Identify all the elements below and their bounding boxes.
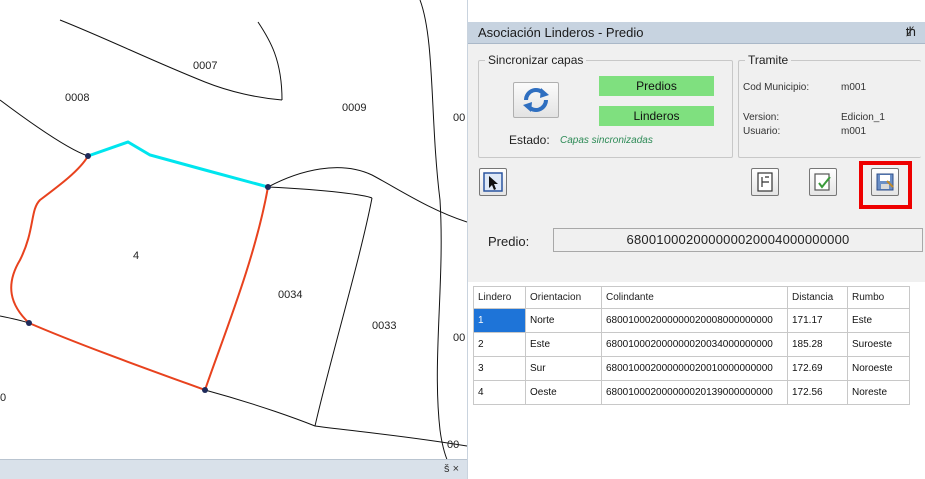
panel-title: Asociación Linderos - Predio [478, 25, 644, 40]
parcel-lines [0, 0, 467, 463]
cell-colindante[interactable]: 680010002000000020008000000000 [601, 308, 788, 333]
estado-label: Estado: [509, 133, 550, 147]
cell-lindero[interactable]: 2 [473, 332, 526, 357]
tramite-legend: Tramite [745, 53, 792, 67]
parcel-label: 0009 [342, 102, 367, 114]
cell-orientacion[interactable]: Oeste [525, 380, 602, 405]
predio-field[interactable]: 680010002000000020004000000000 [553, 228, 923, 252]
cell-rumbo[interactable]: Noroeste [847, 356, 910, 381]
cell-lindero[interactable]: 1 [473, 308, 526, 333]
validate-icon [814, 173, 831, 191]
validate-button[interactable] [809, 168, 837, 196]
table-row[interactable]: 4 Oeste 680010002000000020139000000000 1… [473, 380, 910, 405]
vertex-markers [26, 153, 271, 393]
cell-orientacion[interactable]: Norte [525, 308, 602, 333]
cod-municipio-label: Cod Municipio: [743, 82, 810, 93]
map-canvas[interactable] [0, 0, 467, 479]
usuario-value: m001 [841, 126, 867, 137]
refresh-icon [523, 88, 549, 112]
cell-rumbo[interactable]: Noreste [847, 380, 910, 405]
selected-lindero[interactable] [87, 140, 269, 189]
cell-rumbo[interactable]: Este [847, 308, 910, 333]
panel-top-strip [468, 0, 925, 22]
cod-municipio-value: m001 [841, 82, 867, 93]
parcel-label: 0033 [372, 320, 397, 332]
predios-layer-badge: Predios [599, 76, 714, 96]
linderos-layer-badge: Linderos [599, 106, 714, 126]
version-label: Version: [743, 112, 780, 123]
save-button[interactable] [871, 168, 899, 196]
usuario-label: Usuario: [743, 126, 781, 137]
column-header-rumbo[interactable]: Rumbo [847, 286, 910, 309]
cell-distancia[interactable]: 171.17 [787, 308, 848, 333]
cell-distancia[interactable]: 172.56 [787, 380, 848, 405]
cell-orientacion[interactable]: Sur [525, 356, 602, 381]
table-row[interactable]: 3 Sur 680010002000000020010000000000 172… [473, 356, 910, 381]
map-view[interactable]: 0007 0008 0009 00 4 0034 0033 00 0 00 š … [0, 0, 467, 479]
parcel-label: 0 [0, 392, 7, 404]
map-bottom-bar: š × [0, 459, 467, 479]
linderos-grid-area: Lindero Orientacion Colindante Distancia… [468, 282, 925, 479]
save-icon [876, 173, 894, 191]
cell-distancia[interactable]: 185.28 [787, 332, 848, 357]
panel-body: Sincronizar capas Predios Linderos Estad… [468, 44, 925, 282]
panel-title-bar: Asociación Linderos - Predio ᵺ [468, 22, 925, 44]
linderos-table: Lindero Orientacion Colindante Distancia… [473, 286, 910, 405]
column-header-lindero[interactable]: Lindero [473, 286, 526, 309]
parcel-label: 4 [133, 250, 140, 262]
cell-rumbo[interactable]: Suroeste [847, 332, 910, 357]
parcel-label: 0007 [193, 60, 218, 72]
version-value: Edicion_1 [841, 112, 885, 123]
tramite-group: Tramite Cod Municipio: m001 Version: Edi… [738, 53, 921, 158]
parcel-label: 00 [453, 112, 466, 124]
cell-lindero[interactable]: 4 [473, 380, 526, 405]
pin-icon[interactable]: ᵺ [906, 24, 916, 39]
select-feature-icon [483, 172, 503, 192]
refresh-button[interactable] [513, 82, 559, 118]
cell-distancia[interactable]: 172.69 [787, 356, 848, 381]
cell-colindante[interactable]: 680010002000000020010000000000 [601, 356, 788, 381]
sync-legend: Sincronizar capas [485, 53, 587, 67]
parcel-label: 0034 [278, 289, 303, 301]
column-header-colindante[interactable]: Colindante [601, 286, 788, 309]
cell-orientacion[interactable]: Este [525, 332, 602, 357]
predio-boundary[interactable] [10, 155, 269, 391]
parcel-label: 0008 [65, 92, 90, 104]
table-row[interactable]: 2 Este 680010002000000020034000000000 18… [473, 332, 910, 357]
sync-layers-group: Sincronizar capas Predios Linderos Estad… [478, 53, 733, 158]
window-controls[interactable]: š × [444, 463, 459, 475]
column-header-distancia[interactable]: Distancia [787, 286, 848, 309]
cell-colindante[interactable]: 680010002000000020139000000000 [601, 380, 788, 405]
select-feature-button[interactable] [479, 168, 507, 196]
parcel-label: 00 [453, 332, 466, 344]
layers-button[interactable] [751, 168, 779, 196]
predio-label: Predio: [488, 234, 530, 249]
cell-lindero[interactable]: 3 [473, 356, 526, 381]
asociacion-linderos-panel: Asociación Linderos - Predio ᵺ Sincroniz… [467, 0, 925, 479]
cell-colindante[interactable]: 680010002000000020034000000000 [601, 332, 788, 357]
table-row[interactable]: 1 Norte 680010002000000020008000000000 1… [473, 308, 910, 333]
column-header-orientacion[interactable]: Orientacion [525, 286, 602, 309]
table-header-row: Lindero Orientacion Colindante Distancia… [473, 286, 910, 309]
estado-value: Capas sincronizadas [560, 135, 653, 146]
layers-icon [757, 172, 773, 192]
parcel-label: 00 [447, 439, 460, 451]
